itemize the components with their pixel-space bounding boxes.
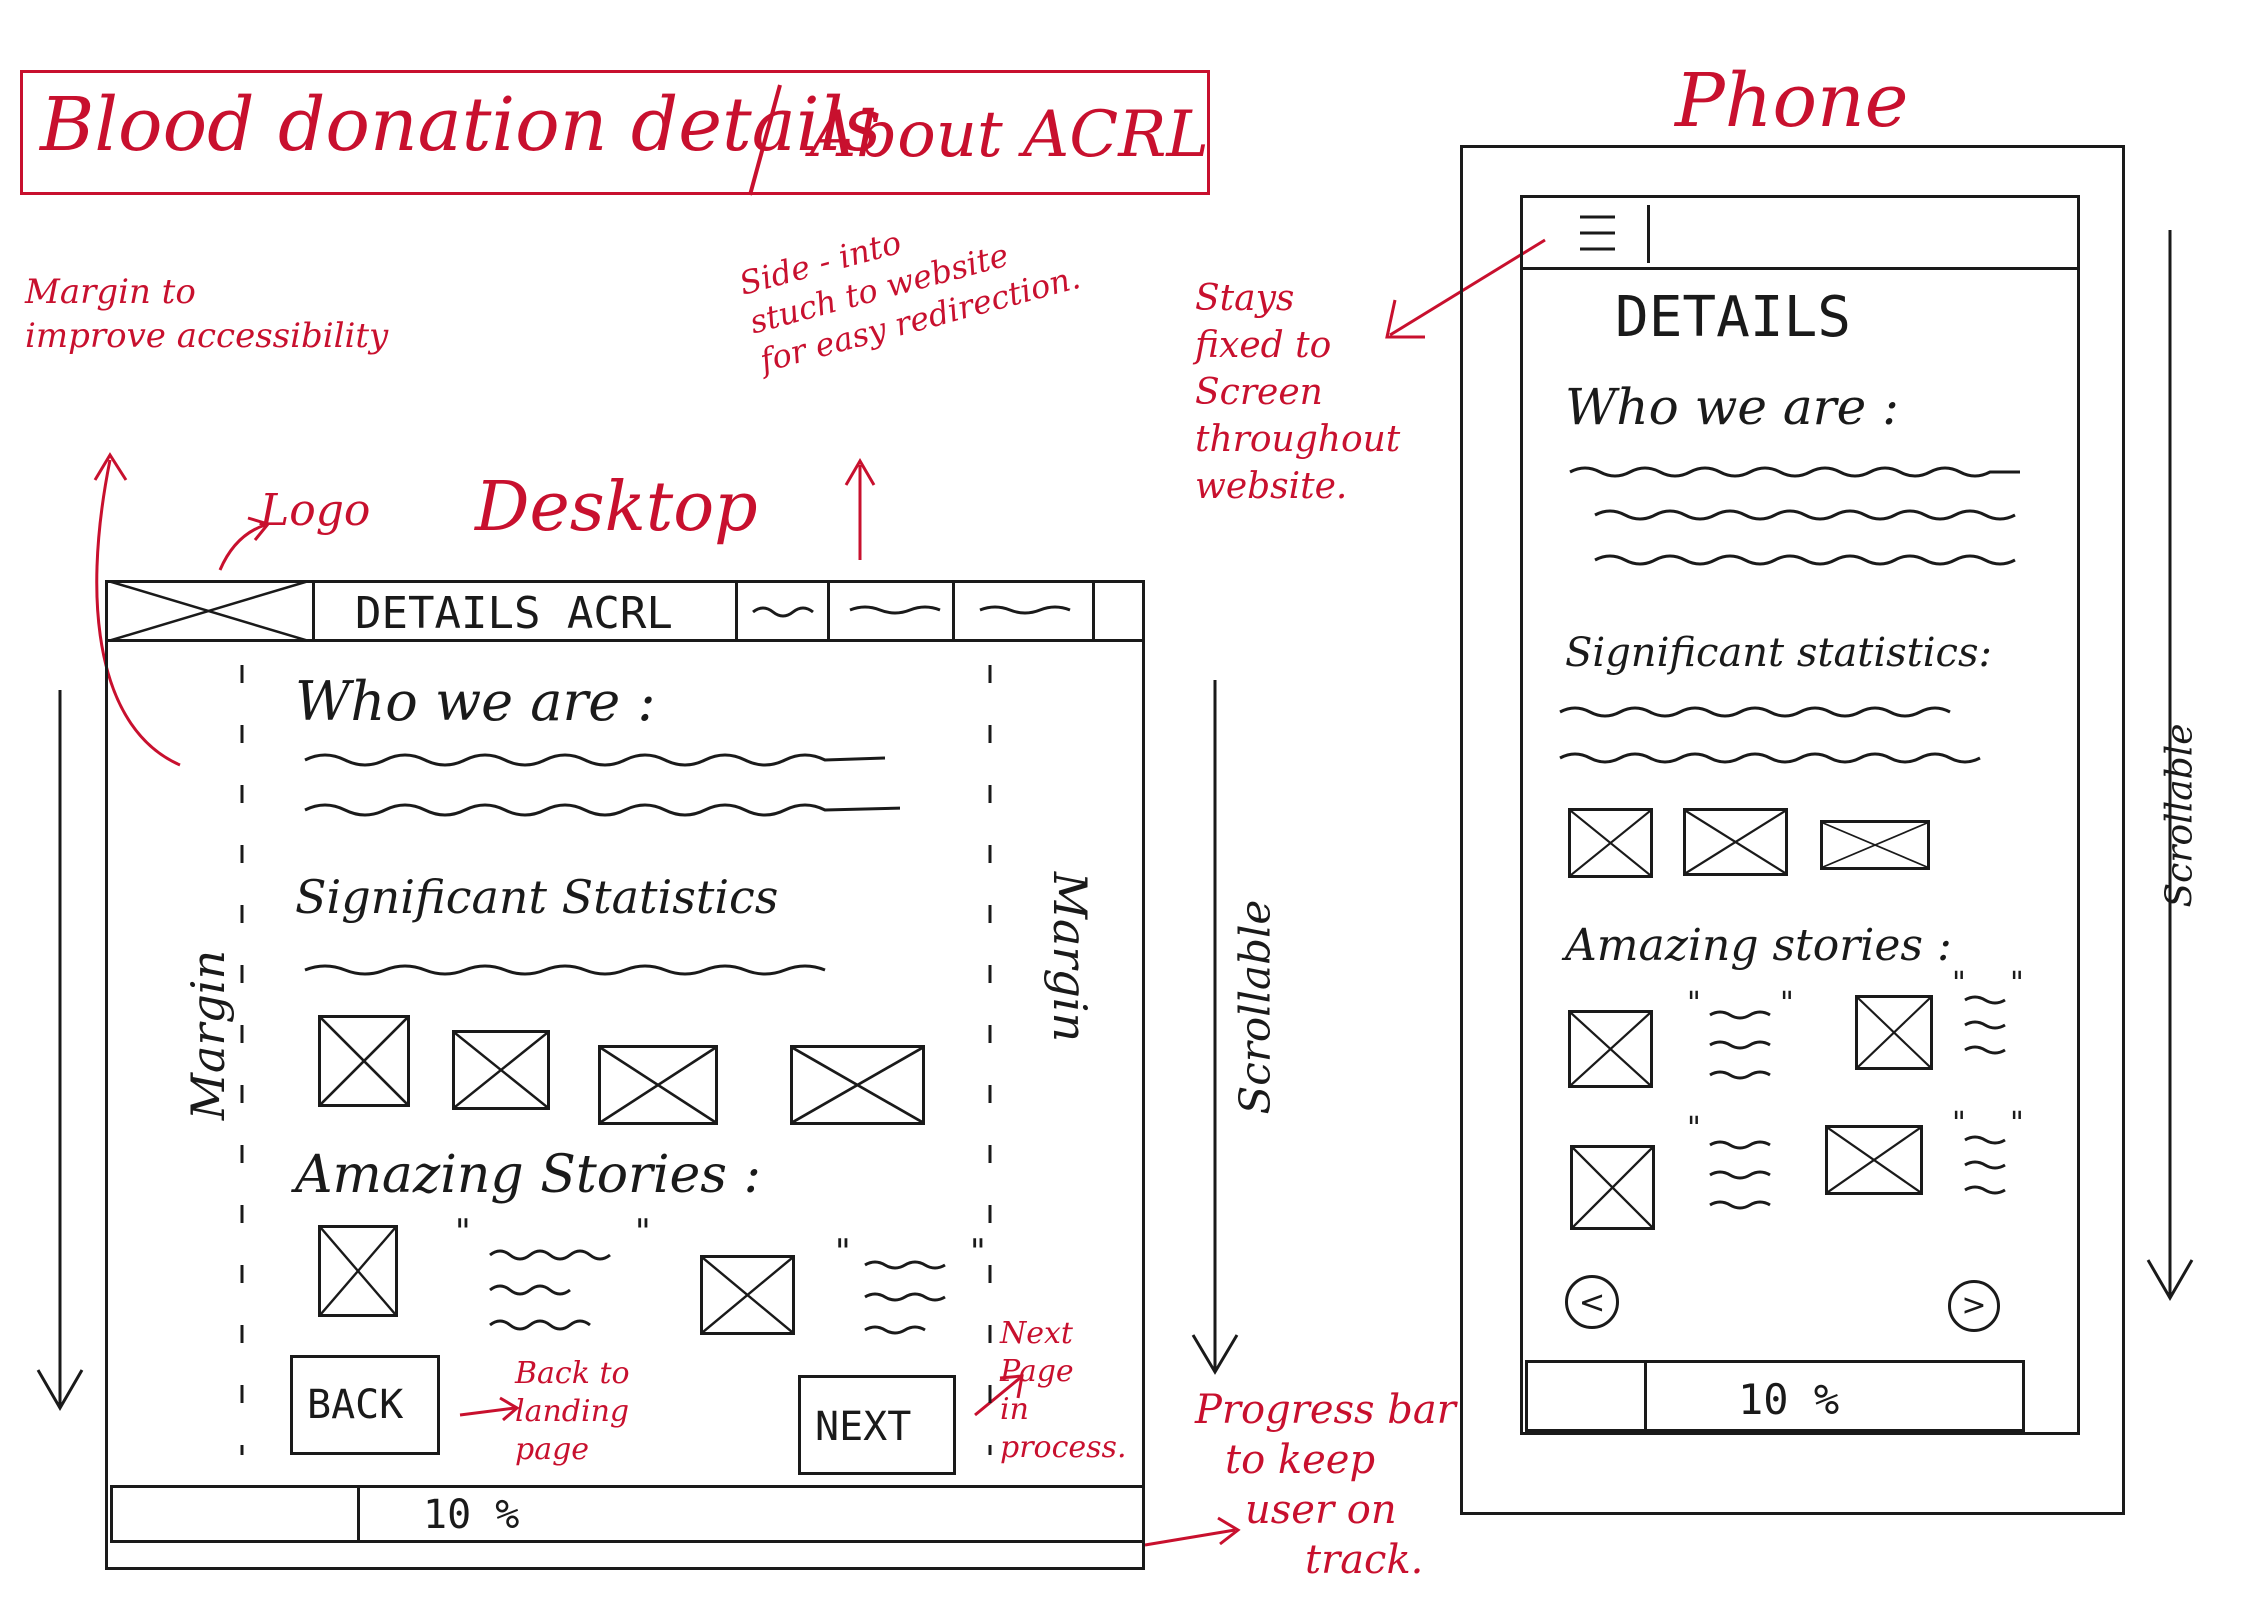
desktop-scrollable-label: Scrollable bbox=[1230, 899, 1280, 1115]
desktop-back-button-label: BACK bbox=[307, 1382, 404, 1428]
desktop-next-button[interactable]: NEXT bbox=[798, 1375, 956, 1475]
phone-progress-bar: 10 % bbox=[1525, 1360, 2025, 1432]
header-subtitle: About ACRL bbox=[810, 98, 1209, 172]
stays-fixed-note: Stays fixed to Screen throughout website… bbox=[1195, 278, 1401, 507]
chevron-left-icon: < bbox=[1578, 1283, 1606, 1321]
hamburger-icon bbox=[1580, 215, 1615, 251]
phone-heading: DETAILS bbox=[1615, 285, 1852, 350]
desktop-stat-image-4 bbox=[790, 1045, 925, 1125]
side-nav-note-arrow bbox=[844, 458, 876, 560]
desktop-who-we-are-text-lines bbox=[304, 753, 900, 817]
phone-progress-label: 10 % bbox=[1738, 1375, 1840, 1424]
phone-story-text-3: " bbox=[1687, 1111, 1771, 1210]
svg-text:": " bbox=[1952, 1106, 1966, 1141]
desktop-next-button-label: NEXT bbox=[815, 1404, 912, 1450]
logo-note-arrow bbox=[218, 516, 271, 571]
phone-statistics-text-lines bbox=[1559, 706, 1981, 764]
phone-stat-image-3 bbox=[1820, 820, 1930, 870]
desktop-story-image-1 bbox=[318, 1225, 398, 1317]
svg-text:": " bbox=[455, 1215, 471, 1252]
desktop-progress-bar: 10 % bbox=[110, 1485, 1145, 1543]
desktop-statistics-text-line bbox=[304, 964, 826, 976]
chevron-right-icon: > bbox=[1961, 1288, 1987, 1323]
phone-menu-button[interactable] bbox=[1540, 205, 1650, 263]
phone-story-image-3 bbox=[1570, 1145, 1655, 1230]
svg-text:": " bbox=[1687, 986, 1701, 1021]
phone-significant-statistics: Significant statistics: bbox=[1565, 630, 1992, 676]
svg-text:": " bbox=[635, 1215, 651, 1252]
phone-story-text-4: " " bbox=[1952, 1106, 2024, 1195]
side-nav-note: Side - into stuch to website for easy re… bbox=[735, 223, 1085, 380]
desktop-back-button[interactable]: BACK bbox=[290, 1355, 440, 1455]
header-divider bbox=[748, 84, 782, 196]
svg-text:": " bbox=[1952, 966, 1966, 1001]
phone-prev-button[interactable]: < bbox=[1565, 1275, 1619, 1329]
phone-stat-image-2 bbox=[1683, 808, 1788, 876]
desktop-logo[interactable] bbox=[105, 580, 315, 642]
desktop-story-image-2 bbox=[700, 1255, 795, 1335]
phone-story-image-2 bbox=[1855, 995, 1933, 1070]
desktop-story-text-1: " " bbox=[455, 1215, 651, 1331]
phone-who-we-are-text-lines bbox=[1569, 466, 2020, 566]
desktop-nav-item-2[interactable] bbox=[830, 580, 955, 642]
svg-text:": " bbox=[2010, 966, 2024, 1001]
desktop-amazing-stories: Amazing Stories : bbox=[295, 1145, 762, 1205]
svg-text:": " bbox=[1687, 1111, 1701, 1146]
phone-amazing-stories: Amazing stories : bbox=[1565, 920, 1952, 971]
progress-note-arrow bbox=[1144, 1516, 1241, 1547]
desktop-stat-image-3 bbox=[598, 1045, 718, 1125]
phone-progress-fill bbox=[1528, 1363, 1647, 1429]
phone-scrollable-label: Scrollable bbox=[2159, 723, 2201, 908]
desktop-nav-title[interactable]: DETAILS ACRL bbox=[355, 588, 673, 639]
desktop-margin-left-label: Margin bbox=[181, 949, 235, 1121]
svg-text:": " bbox=[970, 1235, 986, 1272]
desktop-nav-item-1[interactable] bbox=[735, 580, 830, 642]
desktop-stat-image-2 bbox=[452, 1030, 550, 1110]
margin-note: Margin to improve accessibility bbox=[25, 272, 389, 356]
desktop-story-text-2: " " bbox=[835, 1235, 986, 1335]
desktop-scroll-arrow-left bbox=[36, 690, 84, 1411]
desktop-label: Desktop bbox=[475, 468, 758, 547]
phone-story-image-4 bbox=[1825, 1125, 1923, 1195]
phone-label: Phone bbox=[1675, 58, 1909, 144]
svg-text:": " bbox=[835, 1235, 851, 1272]
svg-text:": " bbox=[1780, 986, 1794, 1021]
desktop-progress-fill bbox=[113, 1488, 360, 1540]
desktop-who-we-are: Who we are : bbox=[295, 670, 656, 733]
desktop-nav-item-3[interactable] bbox=[955, 580, 1095, 642]
desktop-stat-image-1 bbox=[318, 1015, 410, 1107]
phone-story-image-1 bbox=[1568, 1010, 1653, 1088]
desktop-progress-label: 10 % bbox=[423, 1492, 520, 1538]
phone-story-text-2: " " bbox=[1952, 966, 2024, 1055]
desktop-significant-statistics: Significant Statistics bbox=[295, 870, 779, 924]
phone-who-we-are: Who we are : bbox=[1565, 378, 1899, 436]
phone-next-button[interactable]: > bbox=[1948, 1280, 2000, 1332]
desktop-margin-right-label: Margin bbox=[1043, 871, 1097, 1043]
phone-stat-image-1 bbox=[1568, 808, 1653, 878]
svg-text:": " bbox=[2010, 1106, 2024, 1141]
phone-story-text-1: " " bbox=[1687, 986, 1794, 1080]
